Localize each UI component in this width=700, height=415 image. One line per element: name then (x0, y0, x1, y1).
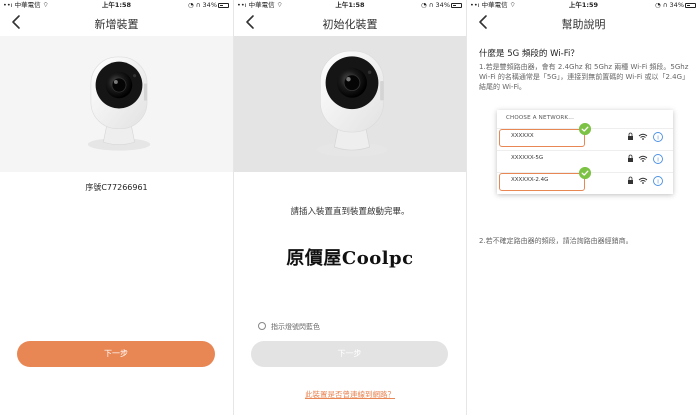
serial-number: 序號C77266961 (85, 183, 148, 192)
svg-text:i: i (657, 179, 658, 185)
lock-icon (628, 180, 633, 184)
battery-icon (451, 2, 462, 8)
radio-circle-icon[interactable] (258, 322, 266, 330)
help-answer-2: 2.若不確定路由器的頻段，請洽詢路由器經銷商。 (479, 237, 633, 245)
status-bar: ••ı 中華電信 ⌔ 上午1:58 ◔ ∩ 34% (234, 0, 466, 10)
network-status-icons: i (628, 154, 663, 164)
screen-init-device: ••ı 中華電信 ⌔ 上午1:58 ◔ ∩ 34% 初始化裝置 請插入裝置直到裝… (233, 0, 466, 415)
status-right: ◔ ∩ 34% (188, 0, 229, 10)
nav-bar: 初始化裝置 (234, 10, 466, 36)
device-image-area (234, 36, 466, 172)
screen-help: ••ı 中華電信 ⌔ 上午1:59 ◔ ∩ 34% 幫助說明 什麼是 5G 頻段… (466, 0, 700, 415)
page-title: 初始化裝置 (322, 18, 378, 31)
network-name: XXXXXX-5G (511, 155, 544, 161)
headphones-icon: ∩ (195, 1, 201, 9)
device-image-area (0, 36, 233, 172)
watermark-logo: 原價屋Coolpc (286, 248, 414, 269)
page-title: 新增裝置 (94, 18, 139, 31)
screen-add-device: ••ı 中華電信 ⌔ 上午1:58 ◔ ∩ 34% 新增裝置 序號C772669… (0, 0, 233, 415)
wifi-signal-icon (638, 133, 648, 138)
status-right: ◔ ∩ 34% (421, 0, 462, 10)
network-status-icons: i (628, 176, 663, 186)
svg-text:i: i (657, 157, 658, 163)
lock-icon (628, 158, 633, 162)
headphones-icon: ∩ (662, 1, 668, 9)
network-status-icons: i (628, 132, 663, 142)
help-question: 什麼是 5G 頻段的 Wi-Fi？ (479, 49, 579, 59)
page-title: 幫助說明 (561, 18, 606, 31)
indicator-label: 指示燈號閃藍色 (271, 323, 320, 331)
help-answer-1: 1.若是雙頻路由器，會有 2.4Ghz 和 5Ghz 兩種 Wi-Fi 頻段。5… (479, 63, 690, 91)
battery-icon (218, 2, 229, 8)
wifi-signal-icon (638, 177, 648, 182)
nav-bar: 幫助說明 (467, 10, 700, 36)
nav-bar: 新增裝置 (0, 10, 233, 36)
battery-icon (685, 2, 696, 8)
indicator-checkbox[interactable]: 指示燈號閃藍色 (258, 322, 320, 332)
highlight-box (499, 129, 585, 147)
lock-icon (628, 136, 633, 140)
status-bar: ••ı 中華電信 ⌔ 上午1:58 ◔ ∩ 34% (0, 0, 233, 10)
headphones-icon: ∩ (428, 1, 434, 9)
next-button-disabled[interactable]: 下一步 (251, 341, 448, 367)
wifi-signal-icon (638, 155, 648, 160)
network-list-header: CHOOSE A NETWORK... (506, 115, 575, 121)
instruction-text: 請插入裝置直到裝置啟動完畢。 (290, 207, 410, 217)
network-connected-link[interactable]: 此裝置是否曾連線到網路？ (234, 389, 466, 400)
status-bar: ••ı 中華電信 ⌔ 上午1:59 ◔ ∩ 34% (467, 0, 700, 10)
highlight-box (499, 173, 585, 191)
alarm-icon: ◔ (654, 1, 661, 9)
alarm-icon: ◔ (187, 1, 194, 9)
alarm-icon: ◔ (420, 1, 427, 9)
check-icon (579, 167, 591, 179)
next-button[interactable]: 下一步 (17, 341, 215, 367)
network-list-illustration: CHOOSE A NETWORK... XXXXXX i XXXXXX-5G i (497, 110, 673, 194)
network-row: XXXXXX-5G i (497, 150, 673, 166)
svg-text:i: i (657, 135, 658, 141)
camera-image (308, 42, 396, 164)
camera-image (80, 50, 158, 156)
check-icon (579, 123, 591, 135)
status-right: ◔ ∩ 34% (655, 0, 696, 10)
